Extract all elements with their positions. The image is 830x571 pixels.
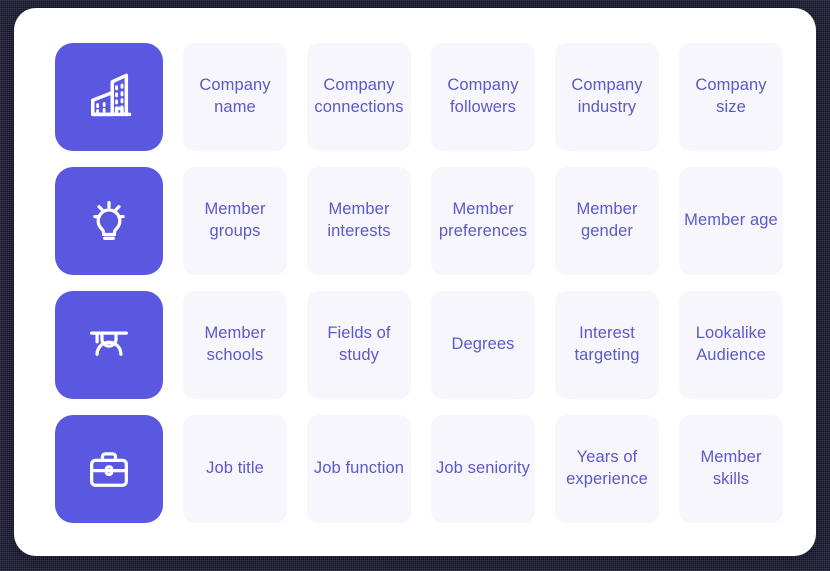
attribute-tile[interactable]: Member groups bbox=[183, 167, 287, 275]
targeting-attributes-grid: Company name Company connections Company… bbox=[55, 43, 783, 523]
targeting-attributes-card: Company name Company connections Company… bbox=[14, 8, 816, 556]
attribute-label: Interest targeting bbox=[574, 324, 640, 364]
attribute-tile[interactable]: Member gender bbox=[555, 167, 659, 275]
lightbulb-icon bbox=[83, 195, 135, 247]
attribute-label: Company connections bbox=[314, 76, 404, 116]
attribute-tile[interactable]: Member schools bbox=[183, 291, 287, 399]
attribute-label: Years of experience bbox=[566, 448, 648, 488]
attribute-label: Job seniority bbox=[436, 459, 530, 478]
category-icon-tile-education[interactable] bbox=[55, 291, 163, 399]
attribute-tile[interactable]: Interest targeting bbox=[555, 291, 659, 399]
attribute-tile[interactable]: Member preferences bbox=[431, 167, 535, 275]
attribute-label: Company name bbox=[199, 76, 271, 116]
attribute-tile[interactable]: Company name bbox=[183, 43, 287, 151]
attribute-label: Company size bbox=[695, 76, 767, 116]
company-building-icon bbox=[83, 71, 135, 123]
attribute-label: Job title bbox=[206, 459, 264, 478]
briefcase-icon bbox=[83, 443, 135, 495]
attribute-tile[interactable]: Fields of study bbox=[307, 291, 411, 399]
attribute-label: Company followers bbox=[447, 76, 519, 116]
attribute-tile[interactable]: Job function bbox=[307, 415, 411, 523]
attribute-label: Member age bbox=[684, 211, 778, 230]
attribute-tile[interactable]: Member interests bbox=[307, 167, 411, 275]
attribute-label: Member interests bbox=[327, 200, 391, 240]
attribute-label: Member schools bbox=[204, 324, 266, 364]
attribute-tile[interactable]: Degrees bbox=[431, 291, 535, 399]
category-icon-tile-company[interactable] bbox=[55, 43, 163, 151]
graduate-cap-icon bbox=[83, 319, 135, 371]
attribute-label: Member preferences bbox=[438, 200, 528, 240]
attribute-label: Degrees bbox=[451, 335, 515, 354]
attribute-tile[interactable]: Company size bbox=[679, 43, 783, 151]
attribute-tile[interactable]: Member age bbox=[679, 167, 783, 275]
attribute-tile[interactable]: Job title bbox=[183, 415, 287, 523]
attribute-tile[interactable]: Member skills bbox=[679, 415, 783, 523]
attribute-label: Member skills bbox=[700, 448, 762, 488]
attribute-label: Job function bbox=[313, 459, 405, 478]
category-icon-tile-job[interactable] bbox=[55, 415, 163, 523]
category-icon-tile-interests[interactable] bbox=[55, 167, 163, 275]
attribute-tile[interactable]: Lookalike Audience bbox=[679, 291, 783, 399]
attribute-tile[interactable]: Company connections bbox=[307, 43, 411, 151]
attribute-label: Member groups bbox=[204, 200, 266, 240]
attribute-tile[interactable]: Company followers bbox=[431, 43, 535, 151]
attribute-tile[interactable]: Years of experience bbox=[555, 415, 659, 523]
attribute-tile[interactable]: Company industry bbox=[555, 43, 659, 151]
attribute-label: Fields of study bbox=[327, 324, 391, 364]
attribute-tile[interactable]: Job seniority bbox=[431, 415, 535, 523]
attribute-label: Member gender bbox=[576, 200, 638, 240]
attribute-label: Company industry bbox=[571, 76, 643, 116]
attribute-label: Lookalike Audience bbox=[695, 324, 767, 364]
